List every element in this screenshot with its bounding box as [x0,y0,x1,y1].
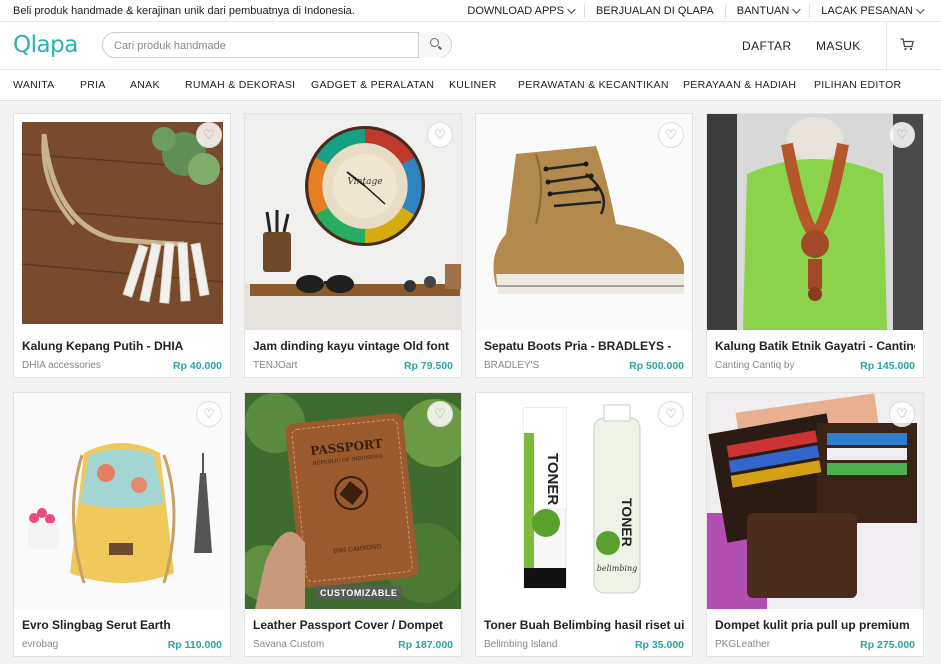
product-image[interactable] [707,393,923,609]
shop-name[interactable]: Savana Custom [253,639,324,650]
category-pria[interactable]: PRIA [80,79,106,91]
cart-button[interactable] [886,22,941,69]
wishlist-heart-icon[interactable]: ♡ [427,122,453,148]
product-card[interactable]: TONER TONER belimbing ♡ Toner Buah Belim… [475,392,693,657]
category-rumah-dekorasi[interactable]: RUMAH & DEKORASI [185,79,295,91]
shop-name[interactable]: Canting Cantiq by [715,360,795,371]
product-title[interactable]: Kalung Kepang Putih - DHIA [22,339,222,353]
search-input[interactable] [112,36,416,56]
chevron-down-icon [792,5,801,14]
product-price: Rp 275.000 [860,639,915,651]
product-title[interactable]: Kalung Batik Etnik Gayatri - Canting [715,339,915,353]
search-bar [102,32,452,58]
wishlist-heart-icon[interactable]: ♡ [889,122,915,148]
category-anak[interactable]: ANAK [130,79,160,91]
shop-name[interactable]: TENJOart [253,360,297,371]
product-title[interactable]: Dompet kulit pria pull up premium [715,618,915,632]
product-card[interactable]: PASSPORT REPUBLIC OF INDONESIA DWI CAHYO… [244,392,462,657]
search-button[interactable] [418,32,451,58]
product-title[interactable]: Evro Slingbag Serut Earth [22,618,222,632]
toner-brand-text: belimbing [597,564,638,573]
login-link[interactable]: MASUK [816,39,861,53]
shop-name[interactable]: DHIA accessories [22,360,101,371]
wishlist-heart-icon[interactable]: ♡ [196,401,222,427]
site-tagline: Beli produk handmade & kerajinan unik da… [13,5,355,17]
product-title[interactable]: Sepatu Boots Pria - BRADLEYS - [484,339,684,353]
product-image[interactable]: Vintage [245,114,461,330]
toner-bottle-text: TONER [619,498,635,547]
product-title[interactable]: Jam dinding kayu vintage Old font [253,339,453,353]
shop-name[interactable]: Belimbing Island [484,639,557,650]
top-utility-bar: Beli produk handmade & kerajinan unik da… [0,0,941,22]
help-link[interactable]: BANTUAN [724,4,810,18]
product-image[interactable] [476,114,692,330]
register-link[interactable]: DAFTAR [742,39,792,53]
wishlist-heart-icon[interactable]: ♡ [658,122,684,148]
download-apps-link[interactable]: DOWNLOAD APPS [456,4,584,18]
category-perawatan-kecantikan[interactable]: PERAWATAN & KECANTIKAN [518,79,669,91]
top-links: DOWNLOAD APPS BERJUALAN DI QLAPA BANTUAN… [456,4,933,18]
product-card[interactable]: Vintage ♡ Jam dinding kayu vintage Old f… [244,113,462,378]
chevron-down-icon [916,5,925,14]
product-price: Rp 187.000 [398,639,453,651]
product-title[interactable]: Leather Passport Cover / Dompet [253,618,453,632]
search-icon [430,38,439,47]
product-card[interactable]: ♡ Evro Slingbag Serut Earth evrobag Rp 1… [13,392,231,657]
product-image[interactable]: PASSPORT REPUBLIC OF INDONESIA DWI CAHYO… [245,393,461,609]
shop-name[interactable]: evrobag [22,639,58,650]
product-image[interactable] [14,114,230,330]
shop-name[interactable]: BRADLEY'S [484,360,539,371]
chevron-down-icon [567,5,576,14]
sell-on-qlapa-link[interactable]: BERJUALAN DI QLAPA [583,4,725,18]
product-image[interactable] [707,114,923,330]
track-order-link[interactable]: LACAK PESANAN [809,4,933,18]
wishlist-heart-icon[interactable]: ♡ [889,401,915,427]
qlapa-logo[interactable]: Qlapa [13,32,78,58]
product-price: Rp 500.000 [629,360,684,372]
product-card[interactable]: ♡ Sepatu Boots Pria - BRADLEYS - BRADLEY… [475,113,693,378]
category-pilihan-editor[interactable]: PILIHAN EDITOR [814,79,901,91]
category-kuliner[interactable]: KULINER [449,79,497,91]
category-wanita[interactable]: WANITA [13,79,54,91]
category-gadget-peralatan[interactable]: GADGET & PERALATAN [311,79,434,91]
product-image[interactable]: TONER TONER belimbing [476,393,692,609]
product-price: Rp 35.000 [634,639,684,651]
category-nav: WANITA PRIA ANAK RUMAH & DEKORASI GADGET… [0,70,941,101]
category-perayaan-hadiah[interactable]: PERAYAAN & HADIAH [683,79,796,91]
toner-box-text: TONER [544,453,561,505]
customizable-badge: CUSTOMIZABLE [315,586,403,600]
product-image[interactable] [14,393,230,609]
product-card[interactable]: ♡ Dompet kulit pria pull up premium PKGL… [706,392,924,657]
shop-name[interactable]: PKGLeather [715,639,770,650]
product-card[interactable]: ♡ Kalung Batik Etnik Gayatri - Canting C… [706,113,924,378]
cart-icon [900,38,914,51]
product-title[interactable]: Toner Buah Belimbing hasil riset ui [484,618,684,632]
product-card[interactable]: ♡ Kalung Kepang Putih - DHIA DHIA access… [13,113,231,378]
product-price: Rp 79.500 [403,360,453,372]
wishlist-heart-icon[interactable]: ♡ [658,401,684,427]
wishlist-heart-icon[interactable]: ♡ [427,401,453,427]
main-header: Qlapa DAFTAR MASUK [0,22,941,70]
product-price: Rp 40.000 [172,360,222,372]
product-price: Rp 145.000 [860,360,915,372]
product-price: Rp 110.000 [167,639,222,651]
wishlist-heart-icon[interactable]: ♡ [196,122,222,148]
